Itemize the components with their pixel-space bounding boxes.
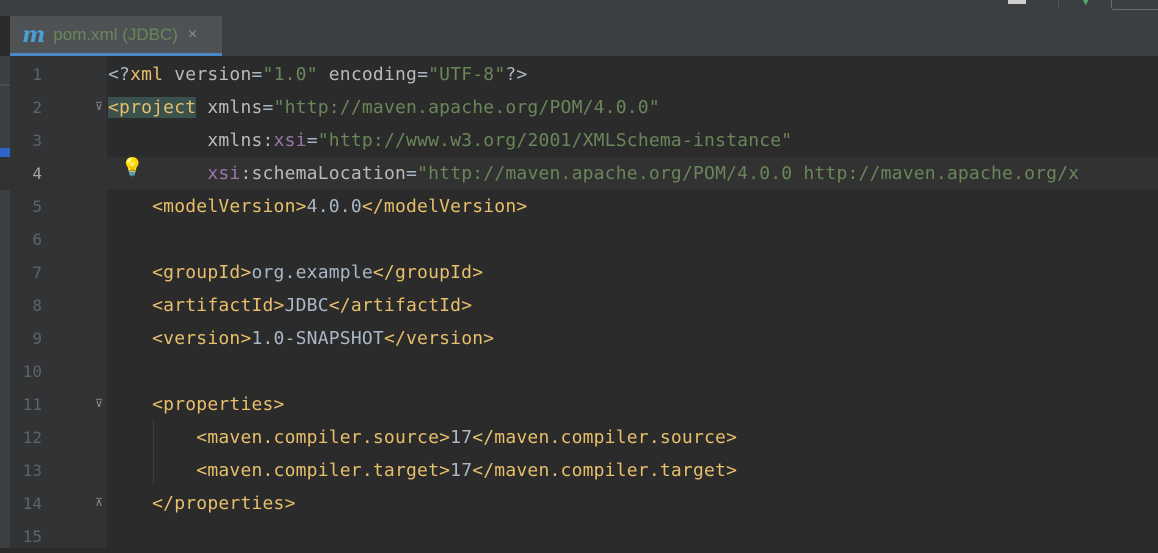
code-line[interactable]: 9 <version>1.0-SNAPSHOT</version> (0, 322, 1158, 355)
line-number: 6 (32, 230, 42, 249)
code-text: <groupId>org.example</groupId> (108, 262, 484, 283)
code-text: <artifactId>JDBC</artifactId> (108, 295, 473, 316)
line-number: 9 (32, 329, 42, 348)
line-number: 8 (32, 296, 42, 315)
line-number: 10 (22, 362, 42, 381)
toolbar-icon[interactable] (1008, 0, 1026, 4)
code-text: <maven.compiler.source>17</maven.compile… (108, 427, 738, 448)
code-editor[interactable]: 1 <?xml version="1.0" encoding="UTF-8"?> 2… (0, 56, 1158, 548)
line-number: 14 (22, 494, 42, 513)
close-icon[interactable]: × (188, 26, 197, 44)
code-line[interactable]: 15 (0, 520, 1158, 553)
run-arrow-icon[interactable]: ▼ (1083, 0, 1088, 8)
code-text: xsi:schemaLocation="http://maven.apache.… (108, 163, 1080, 184)
editor-tab-bar: m pom.xml (JDBC) × (10, 16, 1158, 56)
code-text: <modelVersion>4.0.0</modelVersion> (108, 196, 528, 217)
toolbar-dropdown-button[interactable] (1111, 0, 1158, 10)
fold-open-icon[interactable]: ⊽ (93, 398, 105, 412)
code-line[interactable]: 4 xsi:schemaLocation="http://maven.apach… (0, 157, 1158, 190)
fold-close-icon[interactable]: ⊼ (93, 497, 105, 511)
line-number: 5 (32, 197, 42, 216)
code-text: <?xml version="1.0" encoding="UTF-8"?> (108, 64, 528, 85)
tab-label: pom.xml (JDBC) (53, 24, 178, 44)
code-text: <project xmlns="http://maven.apache.org/… (108, 97, 660, 118)
tab-pom-xml[interactable]: m pom.xml (JDBC) × (10, 16, 222, 56)
code-line[interactable]: 11 <properties> ⊽ (0, 388, 1158, 421)
line-number: 4 (32, 164, 42, 183)
toolbar-separator (1058, 0, 1059, 7)
line-number: 12 (22, 428, 42, 447)
code-text: <version>1.0-SNAPSHOT</version> (108, 328, 495, 349)
maven-m-icon: m (22, 21, 46, 48)
code-text: <properties> (108, 394, 285, 415)
code-line[interactable]: 12 <maven.compiler.source>17</maven.comp… (0, 421, 1158, 454)
code-line[interactable]: 2 <project xmlns="http://maven.apache.org… (0, 91, 1158, 124)
code-line[interactable]: 6 (0, 223, 1158, 256)
fold-open-icon[interactable]: ⊽ (93, 101, 105, 115)
code-text: xmlns:xsi="http://www.w3.org/2001/XMLSch… (108, 130, 793, 151)
lightbulb-icon[interactable]: 💡 (121, 157, 143, 178)
line-number: 15 (22, 527, 42, 546)
code-line[interactable]: 14 </properties> ⊼ (0, 487, 1158, 520)
line-number: 11 (22, 395, 42, 414)
line-number: 2 (32, 98, 42, 117)
line-number: 3 (32, 131, 42, 150)
code-line[interactable]: 7 <groupId>org.example</groupId> (0, 256, 1158, 289)
line-number: 7 (32, 263, 42, 282)
line-number: 1 (32, 65, 42, 84)
code-line[interactable]: 8 <artifactId>JDBC</artifactId> (0, 289, 1158, 322)
code-line[interactable]: 10 (0, 355, 1158, 388)
code-line[interactable]: 1 <?xml version="1.0" encoding="UTF-8"?> (0, 58, 1158, 91)
code-text: <maven.compiler.target>17</maven.compile… (108, 460, 738, 481)
top-toolbar-strip: ▼ (0, 0, 1158, 16)
code-text: </properties> (108, 493, 296, 514)
code-line[interactable]: 3 xmlns:xsi="http://www.w3.org/2001/XMLS… (0, 124, 1158, 157)
line-number: 13 (22, 461, 42, 480)
code-line[interactable]: 5 <modelVersion>4.0.0</modelVersion> (0, 190, 1158, 223)
code-line[interactable]: 13 <maven.compiler.target>17</maven.comp… (0, 454, 1158, 487)
